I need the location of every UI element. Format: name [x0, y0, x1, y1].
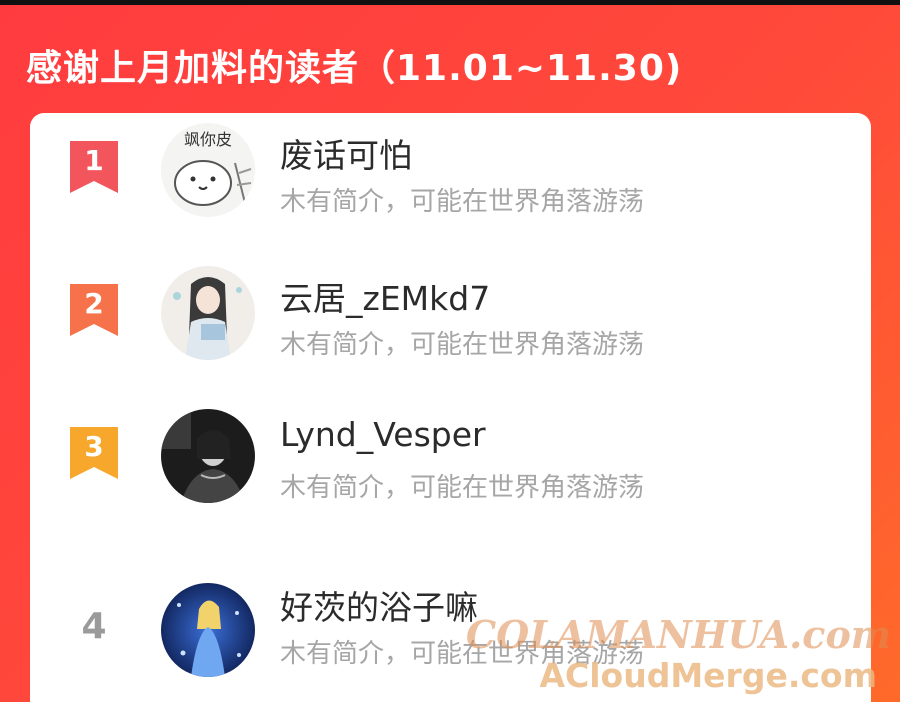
rank-number: 3 — [84, 430, 104, 463]
svg-text:飒你皮: 飒你皮 — [184, 130, 232, 149]
list-item[interactable]: 1 飒你皮 废话可怕 木有简介，可能在世界角落游荡 — [30, 113, 871, 223]
reader-bio: 木有简介，可能在世界角落游荡 — [280, 330, 645, 360]
list-item[interactable]: 3 Lynd_Vesper 木有简介，可能在世界角落游荡 — [30, 399, 871, 509]
list-item[interactable]: 2 云居_zEMkd7 木有简介，可能在世界角落游荡 — [30, 256, 871, 366]
reader-name: 好茨的浴子嘛 — [280, 588, 478, 627]
reader-name: 废话可怕 — [280, 136, 412, 175]
reader-bio: 木有简介，可能在世界角落游荡 — [280, 473, 645, 503]
rank-badge: 1 — [70, 141, 118, 193]
rank-badge: 3 — [70, 427, 118, 479]
avatar[interactable]: 飒你皮 — [161, 123, 255, 217]
reader-name: 云居_zEMkd7 — [280, 279, 491, 318]
avatar[interactable] — [161, 409, 255, 503]
rank-badge: 2 — [70, 284, 118, 336]
rank-number: 1 — [84, 144, 104, 177]
reader-name: Lynd_Vesper — [280, 415, 486, 454]
rank-number: 2 — [84, 287, 104, 320]
reader-bio: 木有简介，可能在世界角落游荡 — [280, 187, 645, 217]
page-title: 感谢上月加料的读者（11.01~11.30) — [26, 48, 683, 89]
list-item[interactable]: 4 好茨的浴子嘛 木有简介，可能在世界角落游荡 — [30, 573, 871, 683]
reader-list-card: 1 飒你皮 废话可怕 木有简介，可能在世界角落游荡 2 云居_zEMkd7 木有… — [30, 113, 871, 702]
reader-thanks-panel: 感谢上月加料的读者（11.01~11.30) 1 飒你皮 废话可怕 木有简介，可… — [0, 5, 900, 702]
avatar[interactable] — [161, 266, 255, 360]
avatar[interactable] — [161, 583, 255, 677]
rank-number: 4 — [81, 606, 107, 647]
reader-bio: 木有简介，可能在世界角落游荡 — [280, 639, 645, 669]
